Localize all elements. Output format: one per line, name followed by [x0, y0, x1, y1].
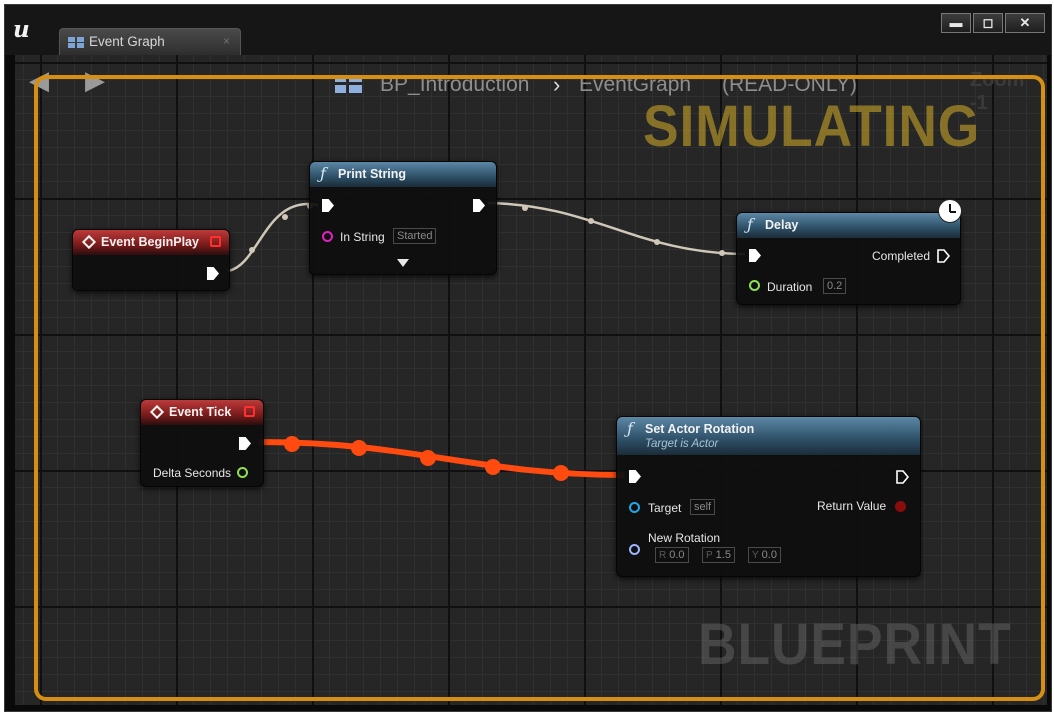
maximize-button[interactable]: ◻: [973, 13, 1003, 33]
node-title: Print String: [338, 167, 407, 181]
unreal-logo[interactable]: u: [13, 16, 30, 43]
wire-bubble: [522, 205, 528, 211]
node-title: Delay: [765, 218, 799, 232]
wire-layer: [227, 201, 746, 481]
bool-pin[interactable]: [895, 501, 906, 512]
exec-out-pin[interactable]: [896, 470, 909, 484]
wire-printstring-to-delay[interactable]: [487, 201, 746, 256]
tab-event-graph[interactable]: Event Graph ×: [59, 28, 241, 55]
tab-label: Event Graph: [89, 34, 165, 49]
title-bar[interactable]: u Event Graph × ▬ ◻ ✕: [5, 5, 1051, 55]
node-header: Event Tick: [141, 400, 263, 425]
node-delay[interactable]: ƒ Delay Completed Duration 0.2: [736, 199, 962, 305]
exec-out-pin[interactable]: [473, 199, 485, 212]
in-string-label: In String: [340, 230, 385, 244]
node-set-actor-rotation[interactable]: ƒ Set Actor Rotation Target is Actor Tar…: [616, 416, 921, 577]
node-header: ƒ Delay: [737, 213, 960, 238]
exec-in-pin[interactable]: [322, 199, 334, 212]
roll-prefix: R: [659, 550, 667, 561]
function-icon: ƒ: [320, 164, 326, 183]
tab-close-icon[interactable]: ×: [223, 34, 230, 48]
roll-value: 0.0: [669, 549, 685, 561]
function-icon: ƒ: [747, 215, 753, 234]
wire-bubble: [249, 247, 255, 253]
rotator-pin[interactable]: [629, 544, 640, 555]
clock-icon: [938, 199, 962, 223]
wire-bubble: [719, 250, 725, 256]
read-only-label: (READ-ONLY): [722, 73, 857, 96]
pitch-prefix: P: [706, 550, 713, 561]
zoom-label: Zoom -1: [970, 69, 1025, 114]
exec-out-pin[interactable]: [207, 267, 219, 280]
string-pin[interactable]: [322, 231, 333, 242]
wire-bubble: [553, 465, 569, 481]
window-controls: ▬ ◻ ✕: [941, 13, 1045, 33]
float-pin[interactable]: [749, 280, 760, 291]
target-label: Target: [648, 501, 682, 515]
wire-bubble: [420, 450, 436, 466]
wire-bubble: [284, 436, 300, 452]
rotation-yaw-field[interactable]: Y 0.0: [748, 547, 781, 563]
node-title: Set Actor Rotation: [645, 422, 755, 436]
exec-in-pin[interactable]: [749, 249, 761, 262]
node-header: ƒ Set Actor Rotation Target is Actor: [617, 417, 920, 455]
completed-label: Completed: [872, 249, 931, 263]
event-icon: [81, 234, 97, 250]
wire-bubble: [282, 214, 288, 220]
wire-bubble: [654, 239, 660, 245]
blueprint-icon: [335, 76, 363, 94]
arrow-right-icon[interactable]: ▶: [85, 67, 105, 93]
node-header: ƒ Print String: [310, 162, 496, 187]
wire-beginplay-to-printstring[interactable]: [227, 202, 319, 273]
return-value-label: Return Value: [817, 499, 887, 513]
event-icon: [149, 404, 165, 420]
graph-canvas[interactable]: SIMULATING BLUEPRINT Event BeginPlay ƒ P…: [15, 55, 1047, 705]
node-print-string[interactable]: ƒ Print String In String Started: [309, 161, 497, 275]
duration-field[interactable]: 0.2: [823, 278, 847, 294]
duration-label: Duration: [767, 280, 813, 294]
delegate-pin[interactable]: [210, 236, 221, 247]
wire-tick-to-setrotation[interactable]: [258, 439, 626, 478]
pitch-value: 1.5: [715, 549, 731, 561]
function-icon: ƒ: [627, 419, 633, 438]
blueprint-name[interactable]: BP_Introduction: [380, 73, 529, 97]
in-string-field[interactable]: Started: [393, 228, 437, 244]
yaw-value: 0.0: [761, 549, 777, 561]
arrow-left-icon[interactable]: ◀: [29, 67, 49, 93]
exec-out-pin[interactable]: [239, 437, 251, 450]
node-header: Event BeginPlay: [73, 230, 229, 255]
minimize-button[interactable]: ▬: [941, 13, 971, 33]
node-subtitle: Target is Actor: [645, 438, 719, 450]
expand-arrow-icon[interactable]: [397, 259, 409, 267]
float-pin[interactable]: [237, 467, 248, 478]
rotation-pitch-field[interactable]: P 1.5: [702, 547, 735, 563]
delegate-pin[interactable]: [244, 406, 255, 417]
node-title: Event Tick: [169, 405, 232, 419]
delta-seconds-label: Delta Seconds: [153, 466, 232, 480]
object-pin[interactable]: [629, 502, 640, 513]
wire-bubble: [351, 440, 367, 456]
node-event-beginplay[interactable]: Event BeginPlay: [72, 229, 230, 291]
close-button[interactable]: ✕: [1005, 13, 1045, 33]
wire-bubble: [588, 218, 594, 224]
graph-icon: [68, 37, 84, 48]
editor-window: u Event Graph × ▬ ◻ ✕ SIMULATING BLUEPRI…: [4, 4, 1052, 712]
exec-out-pin[interactable]: [937, 249, 950, 263]
yaw-prefix: Y: [752, 550, 759, 561]
exec-in-pin[interactable]: [629, 470, 641, 483]
node-event-tick[interactable]: Event Tick Delta Seconds: [140, 399, 264, 487]
breadcrumb-separator: ›: [553, 72, 561, 97]
new-rotation-label: New Rotation: [648, 531, 721, 545]
rotation-roll-field[interactable]: R 0.0: [655, 547, 689, 563]
node-title: Event BeginPlay: [101, 235, 199, 249]
target-field[interactable]: self: [690, 499, 716, 515]
graph-name[interactable]: EventGraph: [579, 73, 691, 97]
wire-bubble: [485, 459, 501, 475]
